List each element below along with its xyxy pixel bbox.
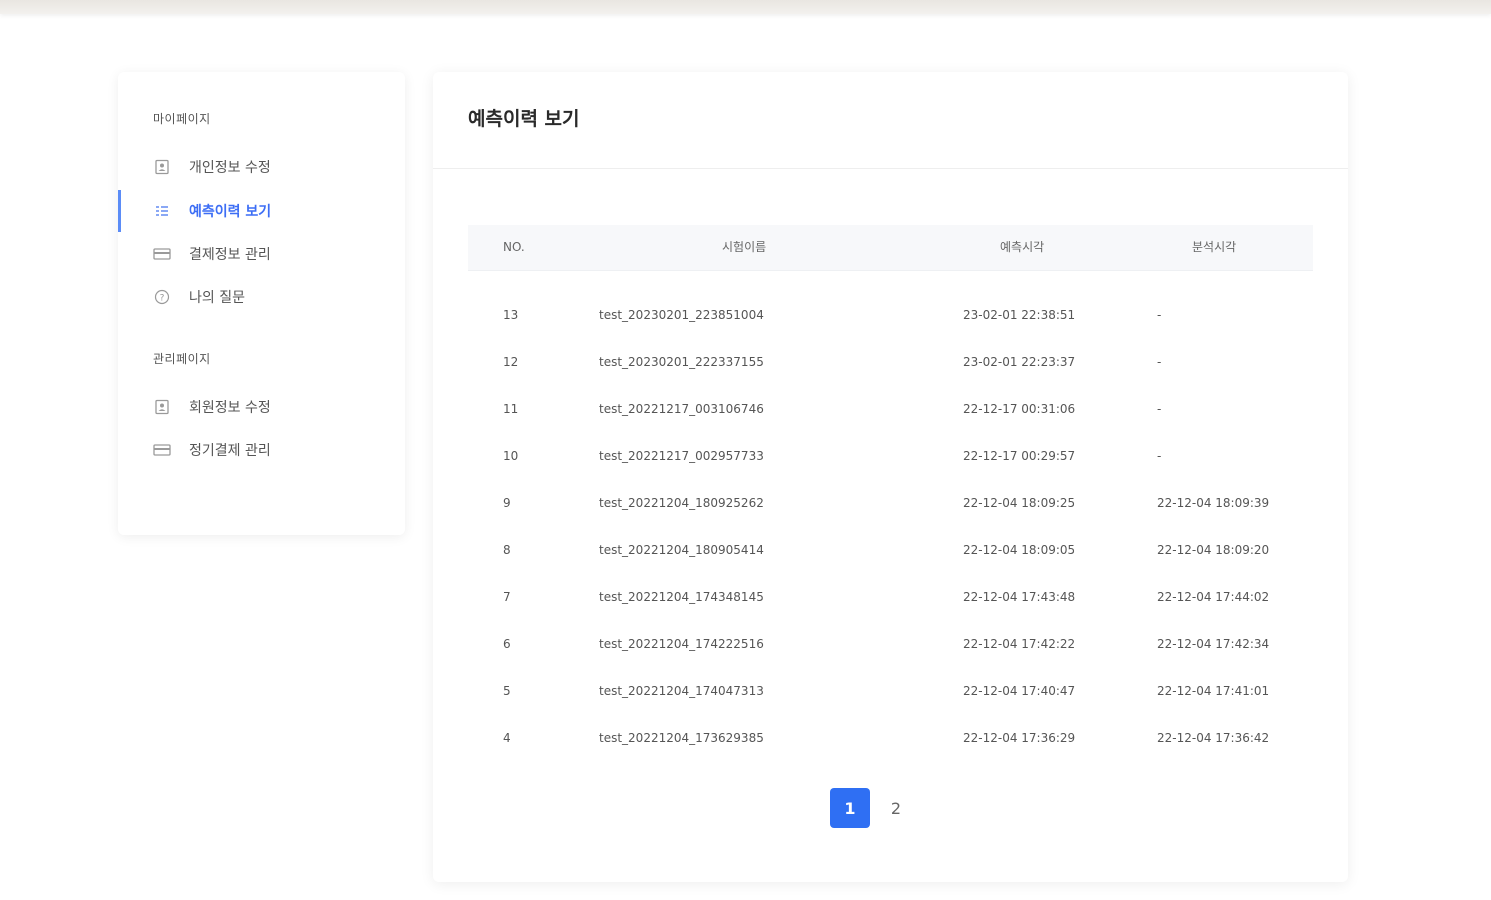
cell-test-name: test_20221204_174222516 (599, 637, 764, 651)
sidebar-item-payment-info[interactable]: 결제정보 관리 (118, 234, 405, 274)
sidebar-item-label: 회원정보 수정 (189, 400, 271, 416)
column-header-analyzed-at: 분석시각 (1192, 240, 1237, 254)
card-icon (153, 441, 171, 459)
cell-no: 13 (503, 308, 519, 322)
cell-analyzed-at: 22-12-04 17:36:42 (1157, 731, 1270, 745)
cell-predicted-at: 22-12-04 17:40:47 (963, 684, 1076, 698)
cell-analyzed-at: - (1157, 449, 1162, 463)
table-row[interactable]: 13 test_20230201_223851004 23-02-01 22:3… (468, 292, 1313, 339)
sidebar-item-label: 정기결제 관리 (189, 443, 271, 459)
cell-test-name: test_20221204_173629385 (599, 731, 764, 745)
list-icon (153, 202, 171, 220)
cell-no: 8 (503, 543, 511, 557)
table-row[interactable]: 10 test_20221217_002957733 22-12-17 00:2… (468, 433, 1313, 480)
table-row[interactable]: 6 test_20221204_174222516 22-12-04 17:42… (468, 621, 1313, 668)
divider (433, 168, 1348, 169)
cell-test-name: test_20221204_180905414 (599, 543, 764, 557)
cell-analyzed-at: 22-12-04 18:09:39 (1157, 496, 1270, 510)
page-title: 예측이력 보기 (468, 108, 580, 130)
cell-analyzed-at: 22-12-04 17:41:01 (1157, 684, 1270, 698)
cell-test-name: test_20230201_223851004 (599, 308, 764, 322)
cell-no: 9 (503, 496, 511, 510)
main-panel: 예측이력 보기 NO. 시험이름 예측시각 분석시각 13 test_20230… (433, 72, 1348, 882)
cell-predicted-at: 23-02-01 22:38:51 (963, 308, 1076, 322)
table-row[interactable]: 5 test_20221204_174047313 22-12-04 17:40… (468, 668, 1313, 715)
cell-no: 11 (503, 402, 519, 416)
top-bar (0, 0, 1491, 14)
cell-analyzed-at: - (1157, 308, 1162, 322)
cell-test-name: test_20221204_174047313 (599, 684, 764, 698)
cell-predicted-at: 22-12-04 18:09:05 (963, 543, 1076, 557)
cell-no: 6 (503, 637, 511, 651)
sidebar-item-label: 예측이력 보기 (189, 204, 272, 220)
cell-test-name: test_20221204_174348145 (599, 590, 764, 604)
column-header-no: NO. (503, 240, 525, 254)
cell-analyzed-at: - (1157, 402, 1162, 416)
cell-predicted-at: 22-12-17 00:31:06 (963, 402, 1076, 416)
user-badge-icon (153, 158, 171, 176)
sidebar-item-edit-profile[interactable]: 개인정보 수정 (118, 147, 405, 187)
table-row[interactable]: 4 test_20221204_173629385 22-12-04 17:36… (468, 715, 1313, 762)
table-row[interactable]: 7 test_20221204_174348145 22-12-04 17:43… (468, 574, 1313, 621)
cell-test-name: test_20221204_180925262 (599, 496, 764, 510)
section-title-admin: 관리페이지 (153, 352, 211, 366)
table-header: NO. 시험이름 예측시각 분석시각 (468, 225, 1313, 271)
column-header-predicted-at: 예측시각 (1000, 240, 1045, 254)
cell-test-name: test_20221217_003106746 (599, 402, 764, 416)
cell-analyzed-at: 22-12-04 18:09:20 (1157, 543, 1270, 557)
cell-predicted-at: 22-12-17 00:29:57 (963, 449, 1076, 463)
cell-analyzed-at: 22-12-04 17:42:34 (1157, 637, 1270, 651)
cell-analyzed-at: 22-12-04 17:44:02 (1157, 590, 1270, 604)
cell-predicted-at: 22-12-04 17:36:29 (963, 731, 1076, 745)
page-button-1[interactable]: 1 (830, 788, 870, 828)
sidebar-item-label: 결제정보 관리 (189, 247, 271, 263)
cell-predicted-at: 23-02-01 22:23:37 (963, 355, 1076, 369)
table-row[interactable]: 12 test_20230201_222337155 23-02-01 22:2… (468, 339, 1313, 386)
pagination: 1 2 (830, 788, 922, 828)
section-title-mypage: 마이페이지 (153, 112, 211, 126)
table-row[interactable]: 8 test_20221204_180905414 22-12-04 18:09… (468, 527, 1313, 574)
cell-no: 10 (503, 449, 519, 463)
cell-no: 5 (503, 684, 511, 698)
card-icon (153, 245, 171, 263)
svg-text:?: ? (160, 294, 165, 304)
user-badge-icon (153, 398, 171, 416)
sidebar: 마이페이지 개인정보 수정 예측이력 보기 결제정보 관리 ? 나의 질문 관리… (118, 72, 405, 535)
sidebar-item-subscription[interactable]: 정기결제 관리 (118, 430, 405, 470)
table-row[interactable]: 11 test_20221217_003106746 22-12-17 00:3… (468, 386, 1313, 433)
cell-predicted-at: 22-12-04 17:42:22 (963, 637, 1076, 651)
cell-test-name: test_20230201_222337155 (599, 355, 764, 369)
sidebar-item-label: 나의 질문 (189, 290, 245, 306)
cell-analyzed-at: - (1157, 355, 1162, 369)
table-row[interactable]: 9 test_20221204_180925262 22-12-04 18:09… (468, 480, 1313, 527)
sidebar-item-my-questions[interactable]: ? 나의 질문 (118, 277, 405, 317)
cell-predicted-at: 22-12-04 17:43:48 (963, 590, 1076, 604)
cell-no: 4 (503, 731, 511, 745)
cell-no: 12 (503, 355, 519, 369)
cell-predicted-at: 22-12-04 18:09:25 (963, 496, 1076, 510)
sidebar-item-prediction-history[interactable]: 예측이력 보기 (118, 191, 405, 231)
column-header-test-name: 시험이름 (722, 240, 767, 254)
sidebar-item-member-info[interactable]: 회원정보 수정 (118, 387, 405, 427)
cell-test-name: test_20221217_002957733 (599, 449, 764, 463)
cell-no: 7 (503, 590, 511, 604)
question-icon: ? (153, 288, 171, 306)
sidebar-item-label: 개인정보 수정 (189, 160, 271, 176)
page-button-2[interactable]: 2 (876, 788, 916, 828)
